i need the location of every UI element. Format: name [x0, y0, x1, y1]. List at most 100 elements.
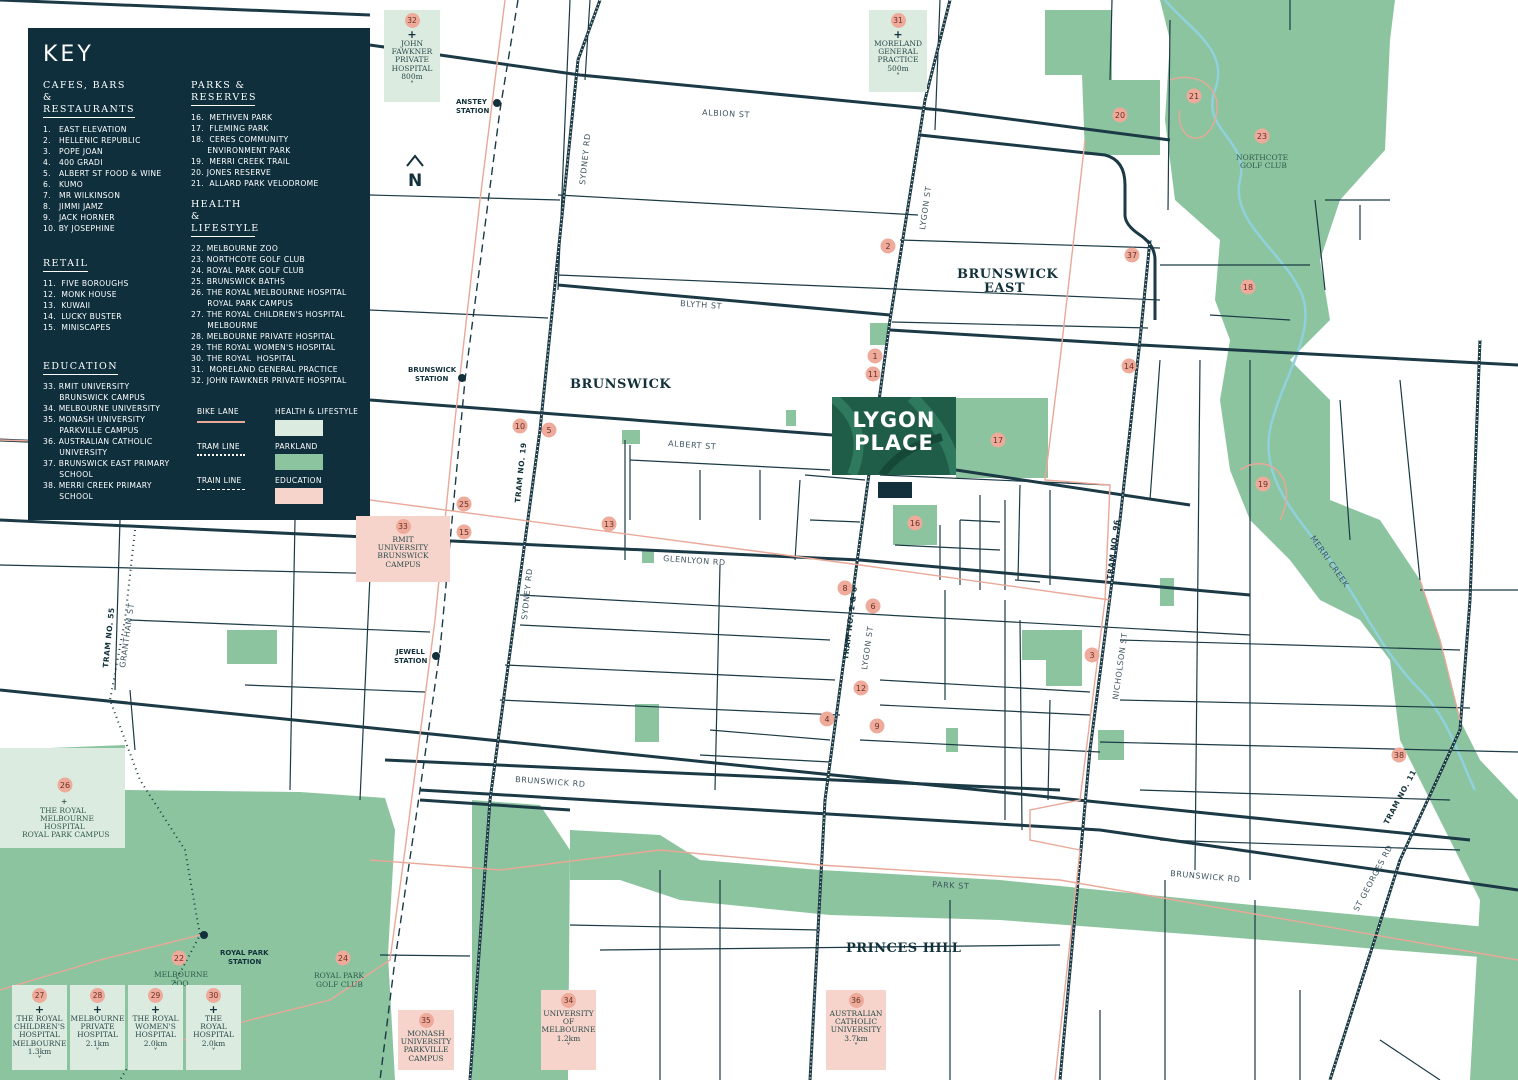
callout-31[interactable]: 31 + MORELAND GENERAL PRACTICE 500m ˄	[869, 10, 927, 92]
key-list-item: 35. MONASH UNIVERSITY	[43, 415, 146, 424]
label-brunswick-rd-east: BRUNSWICK RD	[1170, 869, 1241, 884]
callout-number: 30	[206, 988, 221, 1003]
poi-marker-15[interactable]: 15	[456, 524, 472, 540]
poi-number: 14	[1124, 362, 1134, 371]
park-small-5	[1098, 730, 1124, 760]
lygon-place-title: LYGON PLACE	[832, 409, 956, 455]
key-list-item: PARKVILLE CAMPUS	[43, 426, 139, 435]
poi-number: 1	[872, 352, 877, 361]
legend-tram-line-swatch	[197, 454, 245, 456]
key-list-item: 15. MINISCAPES	[43, 323, 111, 332]
label-tram-55: TRAM NO. 55	[101, 607, 116, 668]
poi-marker-1[interactable]: 1	[867, 348, 883, 364]
key-list-item: 36. AUSTRALIAN CATHOLIC	[43, 437, 153, 446]
key-list-item: 14. LUCKY BUSTER	[43, 312, 122, 321]
north-label: N	[408, 171, 422, 191]
key-list-item: 6. KUMO	[43, 180, 84, 189]
poi-marker-21[interactable]: 21	[1186, 88, 1202, 104]
callout-29[interactable]: 29 + THE ROYAL WOMEN'S HOSPITAL 2.0km ˅	[128, 985, 183, 1070]
suburb-princes-hill: PRINCES HILL	[846, 941, 961, 956]
poi-number: 23	[1257, 132, 1267, 141]
poi-marker-8[interactable]: 8	[837, 580, 853, 596]
poi-marker-24[interactable]: 24	[335, 950, 351, 966]
poi-marker-13[interactable]: 13	[601, 516, 617, 532]
chevron-down-icon: ˅	[211, 1046, 216, 1056]
lygon-place-text: LYGON PLACE	[852, 408, 936, 455]
key-list-item: UNIVERSITY	[43, 448, 108, 457]
key-list-item: 12. MONK HOUSE	[43, 290, 117, 299]
poi-marker-38[interactable]: 38	[1391, 747, 1407, 763]
poi-number: 6	[870, 602, 875, 611]
key-list-item: 29. THE ROYAL WOMEN'S HOSPITAL	[191, 343, 336, 352]
poi-number: 12	[856, 684, 866, 693]
chevron-down-icon: ˅	[95, 1046, 100, 1056]
poi-marker-17[interactable]: 17	[990, 432, 1006, 448]
poi-marker-23[interactable]: 23	[1254, 128, 1270, 144]
park-small-11	[946, 728, 958, 752]
legend-parkland-label: PARKLAND	[275, 442, 318, 451]
chevron-up-icon: ˄	[896, 71, 900, 81]
key-list-item: 5. ALBERT ST FOOD & WINE	[43, 169, 162, 178]
callout-number: 35	[418, 1013, 434, 1028]
callout-28[interactable]: 28 + MELBOURNE PRIVATE HOSPITAL 2.1km ˅	[70, 985, 125, 1070]
label-jewell-station-2: STATION	[394, 657, 427, 665]
key-list-item: MELBOURNE	[191, 321, 258, 330]
label-albert-st: ALBERT ST	[668, 439, 717, 451]
legend-education-swatch	[275, 488, 323, 504]
poi-marker-16[interactable]: 16	[907, 515, 923, 531]
callout-33[interactable]: 33 RMIT UNIVERSITY BRUNSWICK CAMPUS	[356, 516, 450, 582]
key-list-item: 2. HELLENIC REPUBLIC	[43, 136, 141, 145]
callout-32[interactable]: 32 + JOHN FAWKNER PRIVATE HOSPITAL 800m ˄	[384, 10, 440, 102]
label-royal-park-golf-2: GOLF CLUB	[316, 980, 363, 989]
poi-marker-14[interactable]: 14	[1121, 358, 1137, 374]
poi-marker-26[interactable]: 26	[57, 777, 73, 793]
key-list-item: ROYAL PARK CAMPUS	[191, 299, 294, 308]
poi-marker-5[interactable]: 5	[541, 422, 557, 438]
callout-30[interactable]: 30 + THE ROYAL HOSPITAL 2.0km ˅	[186, 985, 241, 1070]
poi-marker-20[interactable]: 20	[1112, 107, 1128, 123]
key-list-item: 34. MELBOURNE UNIVERSITY	[43, 404, 161, 413]
label-royal-park-station-1: ROYAL PARK	[220, 949, 269, 957]
label-brunswick-station-2: STATION	[415, 375, 448, 383]
poi-marker-6[interactable]: 6	[865, 598, 881, 614]
poi-marker-2[interactable]: 2	[880, 238, 896, 254]
key-list-item: 19. MERRI CREEK TRAIL	[191, 157, 290, 166]
key-list-parks: 16. METHVEN PARK 17. FLEMING PARK 18. CERE…	[191, 112, 366, 189]
poi-number: 24	[338, 954, 348, 963]
park-small-3	[1022, 630, 1082, 660]
poi-number: 37	[1127, 251, 1137, 260]
key-list-item: 26. THE ROYAL MELBOURNE HOSPITAL	[191, 288, 347, 297]
callout-35[interactable]: 35 MONASH UNIVERSITY PARKVILLE CAMPUS	[398, 1010, 454, 1070]
callout-36[interactable]: 36 AUSTRALIAN CATHOLIC UNIVERSITY 3.7km ˅	[826, 990, 886, 1070]
key-list-item: 30. THE ROYAL HOSPITAL	[191, 354, 296, 363]
poi-marker-3[interactable]: 3	[1084, 647, 1100, 663]
poi-marker-37[interactable]: 37	[1124, 247, 1140, 263]
label-royal-park-station-2: STATION	[228, 958, 261, 966]
legend-tram-line-label: TRAM LINE	[197, 442, 240, 451]
lygon-place-marker[interactable]: LYGON PLACE	[832, 397, 956, 475]
rmh-plus-icon: +	[61, 797, 67, 806]
poi-number: 19	[1258, 480, 1268, 489]
poi-marker-11[interactable]: 11	[865, 366, 881, 382]
poi-marker-19[interactable]: 19	[1255, 476, 1271, 492]
poi-marker-10[interactable]: 10	[512, 418, 528, 434]
key-heading-education: EDUCATION	[43, 361, 118, 375]
poi-number: 15	[459, 528, 469, 537]
poi-marker-18[interactable]: 18	[1240, 279, 1256, 295]
poi-number: 4	[824, 715, 829, 724]
poi-marker-12[interactable]: 12	[853, 680, 869, 696]
label-nicholson-st: NICHOLSON ST	[1111, 632, 1129, 700]
key-list-health: 22. MELBOURNE ZOO 23. NORTHCOTE GOLF CLUB…	[191, 243, 366, 386]
park-small-7	[870, 323, 888, 345]
suburb-brunswick-east-2: EAST	[984, 281, 1025, 296]
poi-marker-22[interactable]: 22	[171, 950, 187, 966]
poi-number: 10	[515, 422, 525, 431]
poi-marker-25[interactable]: 25	[456, 496, 472, 512]
callout-27[interactable]: 27 + THE ROYAL CHILDREN'S HOSPITAL MELBOURNE 1…	[12, 985, 67, 1070]
poi-marker-4[interactable]: 4	[819, 711, 835, 727]
callout-number: 31	[890, 13, 906, 28]
callout-34[interactable]: 34 UNIVERSITY OF MELBOURNE 1.2km ˅	[541, 990, 596, 1070]
label-northcote-golf-2: GOLF CLUB	[1240, 161, 1287, 170]
legend-health-label: HEALTH & LIFESTYLE	[275, 407, 359, 416]
poi-marker-9[interactable]: 9	[869, 718, 885, 734]
